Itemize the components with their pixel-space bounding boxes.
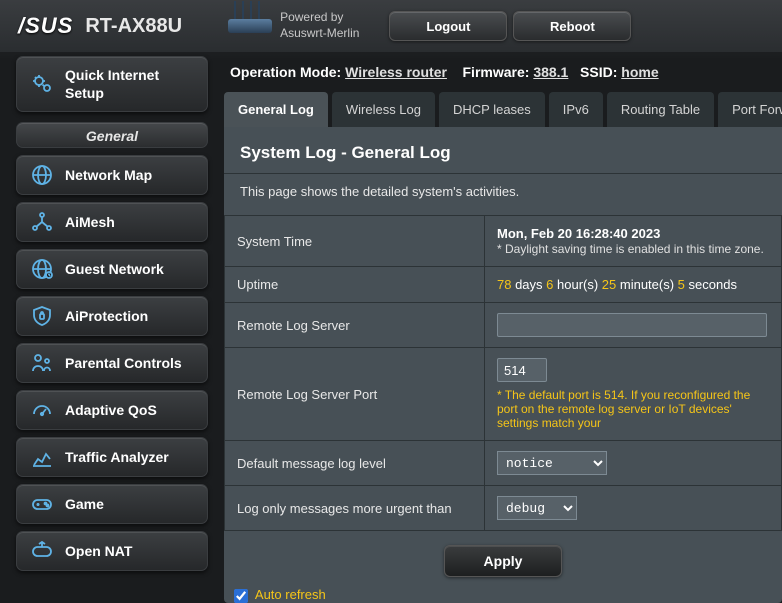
sidebar-item-label: Adaptive QoS: [65, 402, 157, 418]
tab-port-forwarding[interactable]: Port Forwarding: [718, 92, 782, 127]
sidebar-item-traffic-analyzer[interactable]: Traffic Analyzer: [16, 437, 208, 477]
system-time-value: Mon, Feb 20 16:28:40 2023: [497, 226, 660, 241]
remote-log-port-label: Remote Log Server Port: [225, 348, 485, 441]
sidebar-item-label: Traffic Analyzer: [65, 449, 169, 465]
powered-by-line2: Asuswrt-Merlin: [280, 26, 359, 42]
shield-icon: [29, 303, 55, 329]
tab-dhcp-leases[interactable]: DHCP leases: [439, 92, 545, 127]
open-nat-icon: [29, 538, 55, 564]
header-bar: /SUS RT-AX88U Powered by Asuswrt-Merlin …: [0, 0, 782, 52]
operation-mode-label: Operation Mode:: [230, 64, 341, 80]
gauge-icon: [29, 397, 55, 423]
powered-by: Powered by Asuswrt-Merlin: [280, 10, 359, 41]
remote-log-server-label: Remote Log Server: [225, 303, 485, 348]
sidebar-item-label: Open NAT: [65, 543, 132, 559]
sidebar-item-label: AiMesh: [65, 214, 115, 230]
sidebar-item-label: AiProtection: [65, 308, 148, 324]
sidebar-item-open-nat[interactable]: Open NAT: [16, 531, 208, 571]
panel-title: System Log - General Log: [224, 127, 782, 173]
quick-internet-setup-button[interactable]: Quick Internet Setup: [16, 56, 208, 112]
logout-button[interactable]: Logout: [389, 11, 507, 41]
settings-table: System Time Mon, Feb 20 16:28:40 2023 * …: [224, 215, 782, 531]
operation-mode-link[interactable]: Wireless router: [345, 64, 447, 80]
sidebar-item-guest-network[interactable]: Guest Network: [16, 249, 208, 289]
apply-button[interactable]: Apply: [444, 545, 562, 577]
system-time-label: System Time: [225, 216, 485, 267]
sidebar-item-label: Game: [65, 496, 104, 512]
default-log-level-select[interactable]: notice: [497, 451, 607, 475]
gears-icon: [29, 71, 55, 97]
auto-refresh-label[interactable]: Auto refresh: [234, 587, 326, 602]
sidebar-item-label: Quick Internet Setup: [65, 66, 185, 102]
powered-by-line1: Powered by: [280, 10, 359, 26]
sidebar-item-game[interactable]: Game: [16, 484, 208, 524]
tab-general-log[interactable]: General Log: [224, 92, 328, 127]
brand-logo: /SUS: [18, 13, 73, 39]
router-icon: [228, 19, 272, 33]
sidebar-item-aimesh[interactable]: AiMesh: [16, 202, 208, 242]
gamepad-icon: [29, 491, 55, 517]
sidebar-item-parental-controls[interactable]: Parental Controls: [16, 343, 208, 383]
panel: System Log - General Log This page shows…: [224, 127, 782, 603]
system-time-note: * Daylight saving time is enabled in thi…: [497, 242, 764, 256]
tab-bar: General Log Wireless Log DHCP leases IPv…: [224, 92, 782, 127]
sidebar-section-general: General: [16, 122, 208, 148]
model-name: RT-AX88U: [85, 15, 182, 38]
uptime-value: 78 days 6 hour(s) 25 minute(s) 5 seconds: [485, 267, 782, 303]
reboot-button[interactable]: Reboot: [513, 11, 631, 41]
mesh-icon: [29, 209, 55, 235]
sidebar-item-label: Parental Controls: [65, 355, 182, 371]
remote-log-port-input[interactable]: [497, 358, 547, 382]
sidebar-item-adaptive-qos[interactable]: Adaptive QoS: [16, 390, 208, 430]
default-log-level-label: Default message log level: [225, 441, 485, 486]
remote-log-port-note: * The default port is 514. If you reconf…: [497, 388, 769, 430]
sidebar-item-label: Network Map: [65, 167, 152, 183]
ssid-link[interactable]: home: [621, 64, 658, 80]
ssid-label: SSID:: [580, 64, 617, 80]
guest-network-icon: [29, 256, 55, 282]
sidebar-item-label: Guest Network: [65, 261, 164, 277]
auto-refresh-checkbox[interactable]: [234, 589, 248, 603]
firmware-label: Firmware:: [463, 64, 530, 80]
sidebar: Quick Internet Setup General Network Map…: [0, 56, 214, 571]
firmware-link[interactable]: 388.1: [533, 64, 568, 80]
tab-ipv6[interactable]: IPv6: [549, 92, 603, 127]
parental-controls-icon: [29, 350, 55, 376]
urgent-filter-label: Log only messages more urgent than: [225, 486, 485, 531]
sidebar-item-network-map[interactable]: Network Map: [16, 155, 208, 195]
chart-icon: [29, 444, 55, 470]
uptime-label: Uptime: [225, 267, 485, 303]
tab-routing-table[interactable]: Routing Table: [607, 92, 714, 127]
tab-wireless-log[interactable]: Wireless Log: [332, 92, 435, 127]
panel-description: This page shows the detailed system's ac…: [224, 174, 782, 215]
globe-icon: [29, 162, 55, 188]
urgent-filter-select[interactable]: debug: [497, 496, 577, 520]
remote-log-server-input[interactable]: [497, 313, 767, 337]
sidebar-item-aiprotection[interactable]: AiProtection: [16, 296, 208, 336]
main-content: General Log Wireless Log DHCP leases IPv…: [224, 92, 782, 603]
